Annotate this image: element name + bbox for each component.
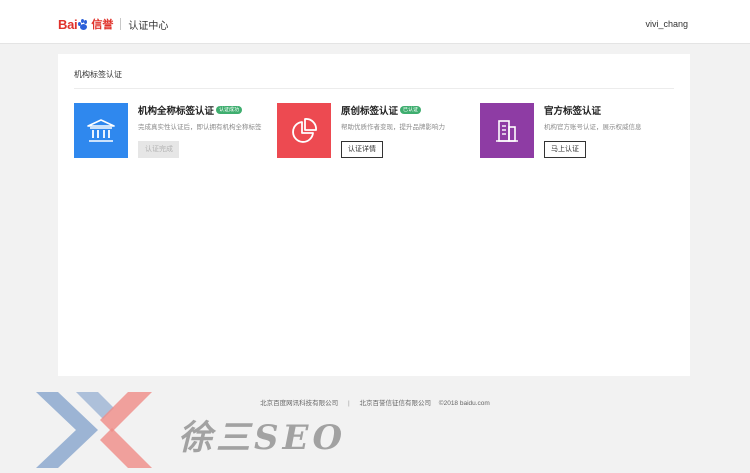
card-header: 官方标签认证 xyxy=(544,103,684,117)
certification-complete-button: 认证完成 xyxy=(138,141,179,158)
card-body: 机构全称标签认证 认证成功 完成真实性认证后，即认拥有机构全称标签 认证完成 xyxy=(138,103,278,158)
card-body: 原创标签认证 已认证 帮助优质作者变现，提升品牌影响力 认证详情 xyxy=(341,103,481,158)
card-official: 官方标签认证 机构官方账号认证，展示权威信息 马上认证 xyxy=(480,103,680,159)
page-title: 机构标签认证 xyxy=(74,70,122,79)
watermark-x-logo xyxy=(36,392,152,468)
footer-company-2[interactable]: 北京百誉信征信有限公司 xyxy=(359,400,431,407)
watermark: 徐三SEO xyxy=(36,392,346,468)
building-icon xyxy=(480,103,534,158)
card-header: 原创标签认证 已认证 xyxy=(341,103,481,117)
title-divider xyxy=(74,88,674,89)
card-body: 官方标签认证 机构官方账号认证，展示权威信息 马上认证 xyxy=(544,103,684,158)
footer-separator: | xyxy=(347,400,350,407)
card-description: 机构官方账号认证，展示权威信息 xyxy=(544,124,642,131)
status-badge: 认证成功 xyxy=(216,106,243,114)
footer-copyright: ©2018 baidu.com xyxy=(438,400,490,407)
logo-tag: 信誉 xyxy=(91,19,114,31)
top-bar: Bai 信誉 认证中心 vivi_chang xyxy=(0,0,750,44)
logo-divider xyxy=(120,18,122,30)
card-header: 机构全称标签认证 认证成功 xyxy=(138,103,278,117)
card-original: 原创标签认证 已认证 帮助优质作者变现，提升品牌影响力 认证详情 xyxy=(277,103,477,159)
watermark-text: 徐三SEO xyxy=(178,418,347,458)
logo-text: Bai xyxy=(58,16,78,32)
status-badge: 已认证 xyxy=(400,106,422,114)
main-panel: 机构标签认证 机构全称标签认证 认证成功 完成真实性认证后，即认拥有机构全称标签… xyxy=(58,54,690,376)
page-section-title: 认证中心 xyxy=(128,20,169,32)
card-title: 原创标签认证 xyxy=(341,106,399,117)
certification-details-button[interactable]: 认证详情 xyxy=(341,141,383,158)
paw-icon xyxy=(78,18,89,30)
certify-now-button[interactable]: 马上认证 xyxy=(544,141,586,158)
username[interactable]: vivi_chang xyxy=(645,19,688,29)
card-institution-name: 机构全称标签认证 认证成功 完成真实性认证后，即认拥有机构全称标签 认证完成 xyxy=(74,103,274,159)
card-description: 帮助优质作者变现，提升品牌影响力 xyxy=(341,124,445,131)
card-title: 机构全称标签认证 xyxy=(138,106,215,117)
card-description: 完成真实性认证后，即认拥有机构全称标签 xyxy=(138,124,262,131)
pie-chart-icon xyxy=(277,103,331,158)
institution-icon xyxy=(74,103,128,158)
baidu-logo[interactable]: Bai 信誉 认证中心 xyxy=(58,16,168,32)
card-title: 官方标签认证 xyxy=(544,106,602,117)
